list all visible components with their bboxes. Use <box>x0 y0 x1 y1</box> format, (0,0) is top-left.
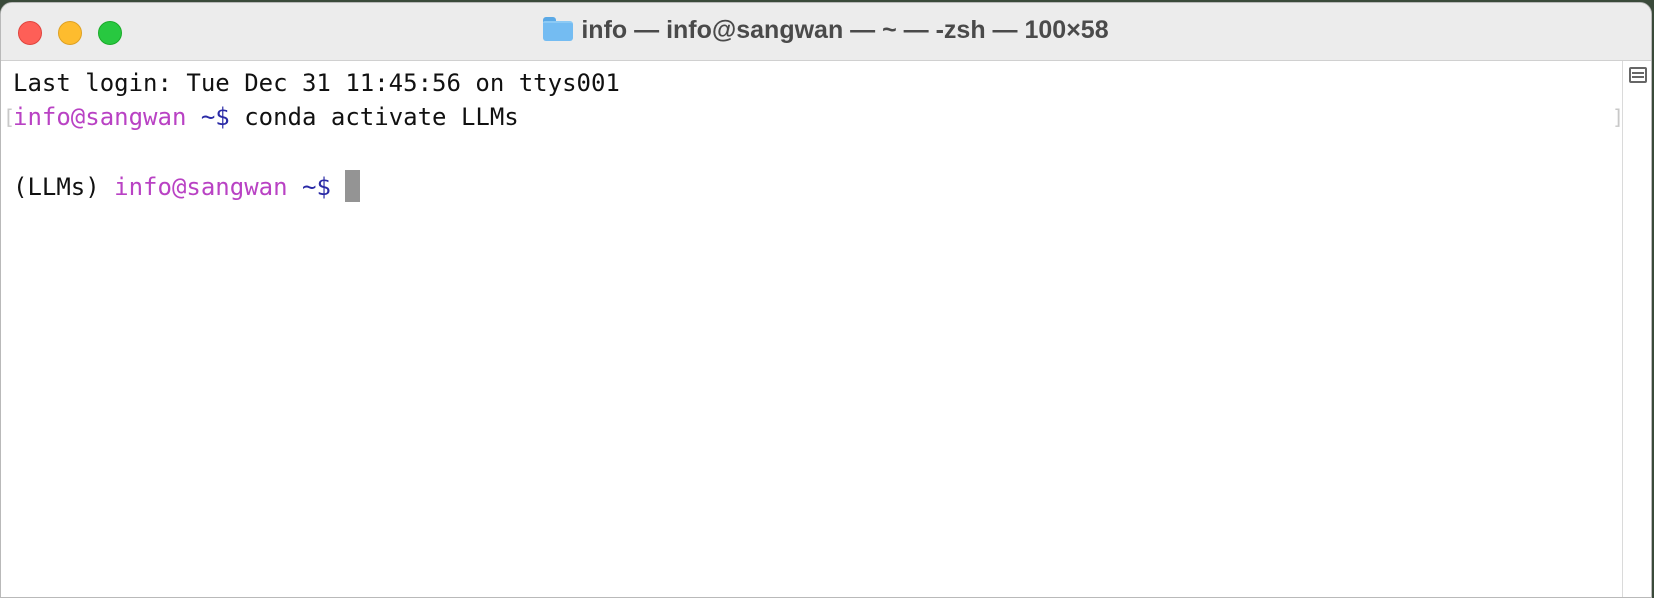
terminal-content[interactable]: Last login: Tue Dec 31 11:45:56 on ttys0… <box>1 61 1624 597</box>
terminal-window: info — info@sangwan — ~ — -zsh — 100×58 … <box>0 2 1652 598</box>
last-login-text: Last login: Tue Dec 31 11:45:56 on ttys0… <box>13 69 620 97</box>
window-title: info — info@sangwan — ~ — -zsh — 100×58 <box>1 16 1651 45</box>
command-text <box>331 173 345 201</box>
prompt-user: info@sangwan <box>114 173 288 201</box>
scrollbar[interactable] <box>1622 61 1651 597</box>
terminal-line: Last login: Tue Dec 31 11:45:56 on ttys0… <box>13 68 620 98</box>
command-text: conda activate LLMs <box>229 103 519 131</box>
terminal-line: info@sangwan ~$ conda activate LLMs <box>13 102 519 132</box>
prompt-path: ~$ <box>302 173 331 201</box>
folder-icon <box>543 17 574 41</box>
title-bar[interactable]: info — info@sangwan — ~ — -zsh — 100×58 <box>1 3 1651 61</box>
terminal-line: (LLMs) info@sangwan ~$ <box>13 170 361 202</box>
window-title-text: info — info@sangwan — ~ — -zsh — 100×58 <box>581 16 1109 44</box>
prompt-env: (LLMs) <box>13 173 115 201</box>
split-pane-icon[interactable] <box>1629 67 1647 83</box>
prompt-user: info@sangwan <box>13 103 187 131</box>
prompt-path: ~$ <box>200 103 230 131</box>
text-cursor <box>345 170 361 202</box>
